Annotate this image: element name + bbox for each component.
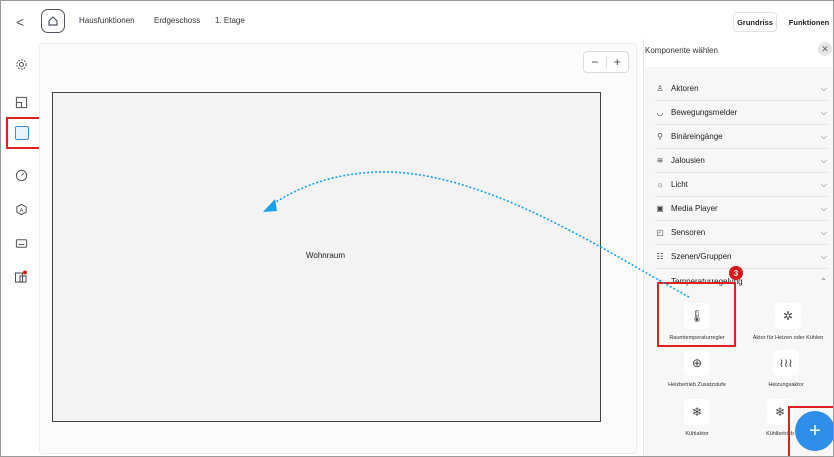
tile-heizungsaktor[interactable]: ≀≀≀ Heizungsaktor [753, 350, 819, 388]
tile-label: Aktor für Heizen oder Kühlen [752, 335, 824, 341]
heating-icon: ≀≀≀ [773, 350, 799, 376]
component-panel-icon [15, 126, 29, 140]
category-media-player[interactable]: ▣ Media Player ⌵ [655, 197, 827, 221]
tile-aktor-heizen-kuehlen[interactable]: ✲ Aktor für Heizen oder Kühlen [743, 303, 833, 341]
add-button[interactable]: + [795, 411, 833, 451]
gauge-icon[interactable] [14, 168, 28, 182]
chevron-down-icon: ⌵ [820, 131, 827, 141]
chevron-down-icon: ⌵ [820, 179, 827, 189]
category-szenen-gruppen[interactable]: ☷ Szenen/Gruppen ⌵ [655, 245, 827, 269]
blinds-icon: ≋ [656, 156, 664, 165]
category-label: Sensoren [671, 228, 706, 237]
category-label: Media Player [671, 204, 718, 213]
chevron-down-icon: ⌵ [820, 107, 827, 117]
zoom-out-button[interactable]: − [584, 55, 606, 69]
breadcrumb-hausfunktionen[interactable]: Hausfunktionen [79, 16, 135, 25]
scene-icon: ☷ [656, 252, 664, 261]
breadcrumb-etage[interactable]: 1. Etage [215, 16, 245, 25]
tile-label: Kühlaktor [685, 431, 709, 437]
automation-icon[interactable]: A [14, 202, 28, 216]
category-label: Bewegungsmelder [671, 108, 738, 117]
room-label: Wohnraum [306, 251, 345, 260]
display-icon[interactable] [14, 236, 28, 250]
category-licht[interactable]: ☼ Licht ⌵ [655, 173, 827, 197]
media-player-icon: ▣ [656, 204, 664, 213]
heat-cool-icon: ✲ [775, 303, 801, 329]
tile-kuehlaktor[interactable]: ❄ Kühlaktor [664, 399, 730, 437]
category-aktoren[interactable]: ♙ Aktoren ⌵ [655, 77, 827, 101]
category-label: Aktoren [671, 84, 699, 93]
heating-extra-icon: ⊕ [684, 350, 710, 376]
light-icon: ☼ [656, 180, 664, 189]
sensor-icon: ◰ [656, 228, 664, 237]
cooling-icon: ❄ [684, 399, 710, 425]
step-badge-3: 3 [729, 266, 743, 280]
home-icon [48, 16, 58, 26]
category-label: Szenen/Gruppen [671, 252, 732, 261]
motion-sensor-icon: ◡ [656, 108, 664, 117]
floorplan-icon[interactable] [14, 95, 28, 109]
chevron-down-icon: ⌵ [820, 83, 827, 93]
category-bewegungsmelder[interactable]: ◡ Bewegungsmelder ⌵ [655, 101, 827, 125]
category-sensoren[interactable]: ◰ Sensoren ⌵ [655, 221, 827, 245]
actuator-icon: ♙ [656, 84, 664, 93]
category-binaereingaenge[interactable]: ⚲ Binäreingänge ⌵ [655, 125, 827, 149]
tile-label: Heizbetrieb Zusatzstufe [668, 382, 726, 388]
back-button[interactable]: < [16, 14, 24, 30]
chevron-up-icon: ⌃ [820, 276, 827, 286]
zoom-in-button[interactable]: + [607, 55, 629, 69]
breadcrumb-erdgeschoss[interactable]: Erdgeschoss [154, 16, 200, 25]
highlight-raumtemperaturregler [657, 282, 736, 347]
top-bar: < Hausfunktionen Erdgeschoss 1. Etage Gr… [1, 1, 833, 39]
category-label: Binäreingänge [671, 132, 723, 141]
app-window: < Hausfunktionen Erdgeschoss 1. Etage Gr… [0, 0, 834, 457]
category-label: Jalousien [671, 156, 705, 165]
close-icon[interactable]: ✕ [818, 42, 832, 56]
home-button[interactable] [41, 9, 65, 33]
binary-input-icon: ⚲ [657, 132, 663, 141]
chevron-down-icon: ⌵ [820, 251, 827, 261]
tab-grundriss[interactable]: Grundriss [733, 12, 777, 32]
chevron-down-icon: ⌵ [820, 155, 827, 165]
panel-title: Komponente wählen [645, 46, 718, 55]
svg-text:A: A [19, 207, 23, 213]
chevron-down-icon: ⌵ [820, 227, 827, 237]
zoom-control: − + [583, 51, 629, 73]
category-jalousien[interactable]: ≋ Jalousien ⌵ [655, 149, 827, 173]
devices-alert-icon[interactable] [14, 270, 28, 284]
tile-heizbetrieb-zusatzstufe[interactable]: ⊕ Heizbetrieb Zusatzstufe [664, 350, 730, 388]
settings-icon[interactable] [14, 57, 28, 71]
chevron-down-icon: ⌵ [820, 203, 827, 213]
tile-label: Heizungsaktor [768, 382, 804, 388]
category-label: Licht [671, 180, 688, 189]
tab-funktionen[interactable]: Funktionen [784, 12, 833, 32]
